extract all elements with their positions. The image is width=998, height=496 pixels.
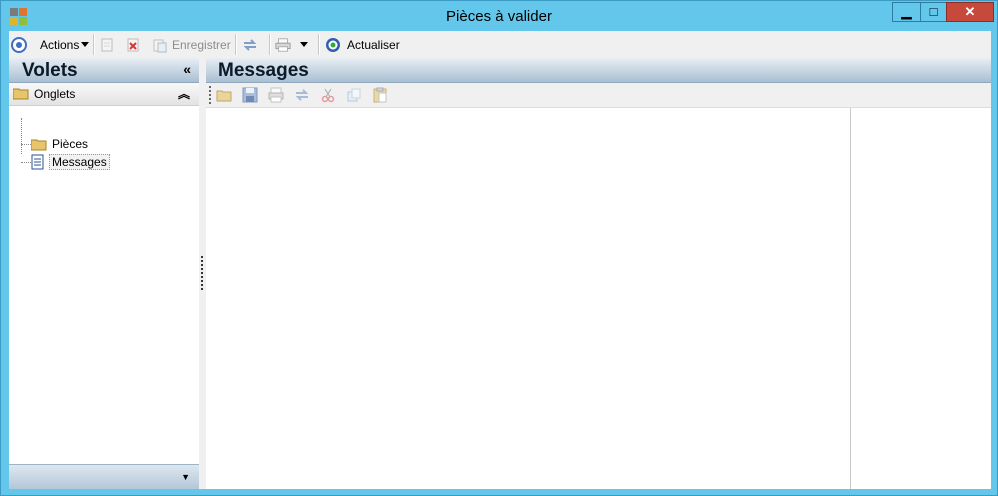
actions-menu-button[interactable]: Actions: [40, 35, 90, 55]
new-document-icon: [101, 38, 113, 52]
save-label: Enregistrer: [172, 38, 231, 52]
delete-button[interactable]: [125, 35, 141, 55]
maximize-button[interactable]: □: [920, 2, 947, 22]
new-button[interactable]: [99, 35, 115, 55]
main-window: Pièces à valider ▁ □ ✕ Actions Enregistr…: [0, 0, 998, 496]
double-chevron-left-icon: «: [183, 61, 191, 77]
collapse-pane-button[interactable]: «: [183, 61, 191, 77]
toolbar-grip[interactable]: [209, 86, 211, 104]
right-pane: Messages: [206, 58, 991, 489]
tree-item-messages[interactable]: Messages: [31, 154, 110, 170]
content-divider[interactable]: [850, 108, 851, 489]
double-chevron-up-icon[interactable]: ︽: [178, 85, 190, 102]
close-button[interactable]: ✕: [946, 2, 994, 22]
sync-arrows-icon[interactable]: [294, 87, 310, 103]
chevron-down-icon[interactable]: ▼: [181, 472, 190, 482]
copy-icon[interactable]: [346, 87, 362, 103]
toolbar-separator: [93, 34, 95, 55]
printer-icon: [275, 38, 291, 52]
folder-icon: [13, 88, 29, 100]
chevron-down-icon: [300, 42, 308, 47]
refresh-button[interactable]: Actualiser: [325, 35, 400, 55]
right-pane-header: Messages: [206, 58, 991, 83]
tree-connector: [21, 162, 31, 164]
sync-button[interactable]: [242, 35, 258, 55]
toolbar-separator: [269, 34, 271, 55]
tree-item-label: Messages: [49, 154, 110, 170]
right-pane-title: Messages: [218, 60, 309, 81]
left-pane-title: Volets: [22, 60, 78, 81]
left-pane-footer[interactable]: ▼: [9, 464, 199, 489]
circle-target-button[interactable]: [11, 35, 27, 55]
left-pane: Volets « Onglets ︽ Pièces Messages ▼: [9, 58, 200, 489]
maximize-icon: □: [929, 4, 938, 19]
minimize-icon: ▁: [901, 4, 912, 19]
minimize-button[interactable]: ▁: [892, 2, 921, 22]
delete-icon: [127, 38, 139, 52]
messages-toolbar: [206, 83, 991, 108]
splitter-grip[interactable]: [201, 256, 204, 290]
group-header-onglets[interactable]: Onglets ︽: [9, 83, 199, 106]
client-area: Actions Enregistrer Actualiser Volets « …: [9, 31, 991, 489]
group-label: Onglets: [34, 87, 76, 101]
refresh-icon: [326, 38, 340, 52]
sync-arrows-icon: [243, 39, 257, 51]
document-icon: [31, 154, 44, 170]
title-bar[interactable]: Pièces à valider ▁ □ ✕: [1, 1, 997, 31]
paste-icon[interactable]: [372, 87, 388, 103]
tree-connector: [21, 144, 31, 146]
target-icon: [11, 37, 27, 53]
save-icon[interactable]: [242, 87, 258, 103]
printer-icon[interactable]: [268, 87, 284, 103]
window-title: Pièces à valider: [446, 8, 552, 25]
chevron-down-icon: [81, 42, 90, 47]
main-toolbar: Actions Enregistrer Actualiser: [9, 31, 991, 59]
left-pane-header: Volets «: [9, 58, 199, 83]
cut-icon[interactable]: [320, 87, 336, 103]
print-button[interactable]: [275, 35, 309, 55]
open-folder-icon[interactable]: [216, 87, 232, 103]
tree-item-label: Pièces: [52, 137, 89, 151]
toolbar-separator: [235, 34, 237, 55]
tree-connector: [21, 118, 23, 154]
pane-splitter[interactable]: [199, 58, 206, 489]
refresh-label: Actualiser: [347, 38, 400, 52]
save-button[interactable]: Enregistrer: [152, 35, 231, 55]
actions-menu-label: Actions: [40, 38, 80, 52]
folder-icon: [31, 139, 47, 150]
toolbar-separator: [318, 34, 320, 55]
save-document-icon: [153, 39, 167, 53]
close-icon: ✕: [964, 4, 976, 19]
tree-item-pieces[interactable]: Pièces: [31, 136, 88, 152]
